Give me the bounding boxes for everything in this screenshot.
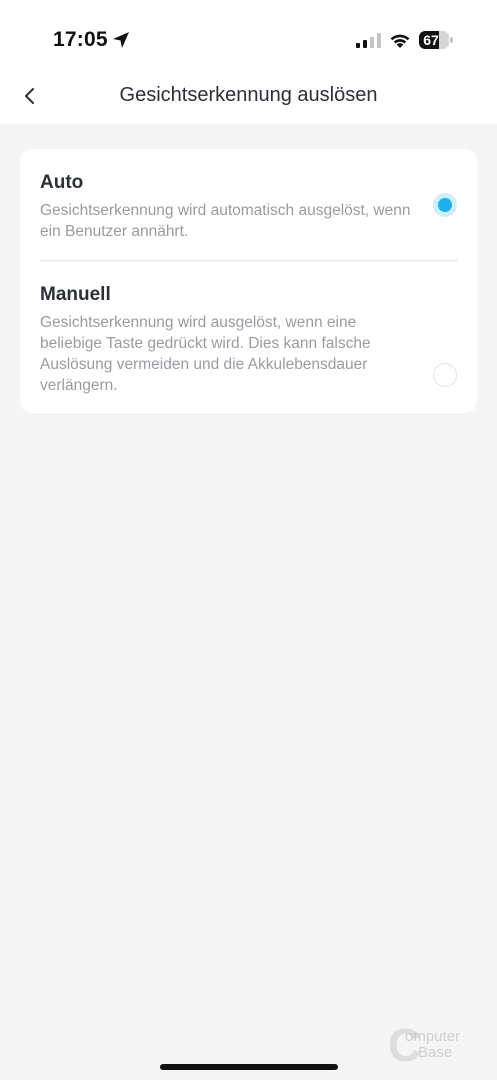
option-auto[interactable]: Auto Gesichtserkennung wird automatisch … <box>20 149 477 260</box>
option-label: Manuell <box>40 284 111 305</box>
location-arrow-icon <box>113 32 129 48</box>
header-area: 17:05 67 Gesichtserkennung auslösen <box>0 0 497 124</box>
option-manual[interactable]: Manuell Gesichtserkennung wird ausgelöst… <box>20 261 477 413</box>
status-bar: 17:05 67 <box>0 0 497 80</box>
option-label: Auto <box>40 172 84 193</box>
radio-button-unselected[interactable] <box>433 363 457 387</box>
trigger-options-card: Auto Gesichtserkennung wird automatisch … <box>20 149 477 413</box>
cellular-signal-icon <box>356 33 381 48</box>
radio-button-selected[interactable] <box>433 193 457 217</box>
watermark-logo: C omputer Base <box>388 1019 461 1071</box>
option-description: Gesichtserkennung wird ausgelöst, wenn e… <box>40 314 371 394</box>
page-title: Gesichtserkennung auslösen <box>119 84 378 106</box>
battery-icon: 67 <box>419 31 453 49</box>
status-time: 17:05 <box>53 28 108 51</box>
wifi-icon <box>390 34 410 48</box>
home-indicator[interactable] <box>160 1064 338 1070</box>
battery-level: 67 <box>423 32 439 48</box>
option-description: Gesichtserkennung wird automatisch ausge… <box>40 202 411 240</box>
